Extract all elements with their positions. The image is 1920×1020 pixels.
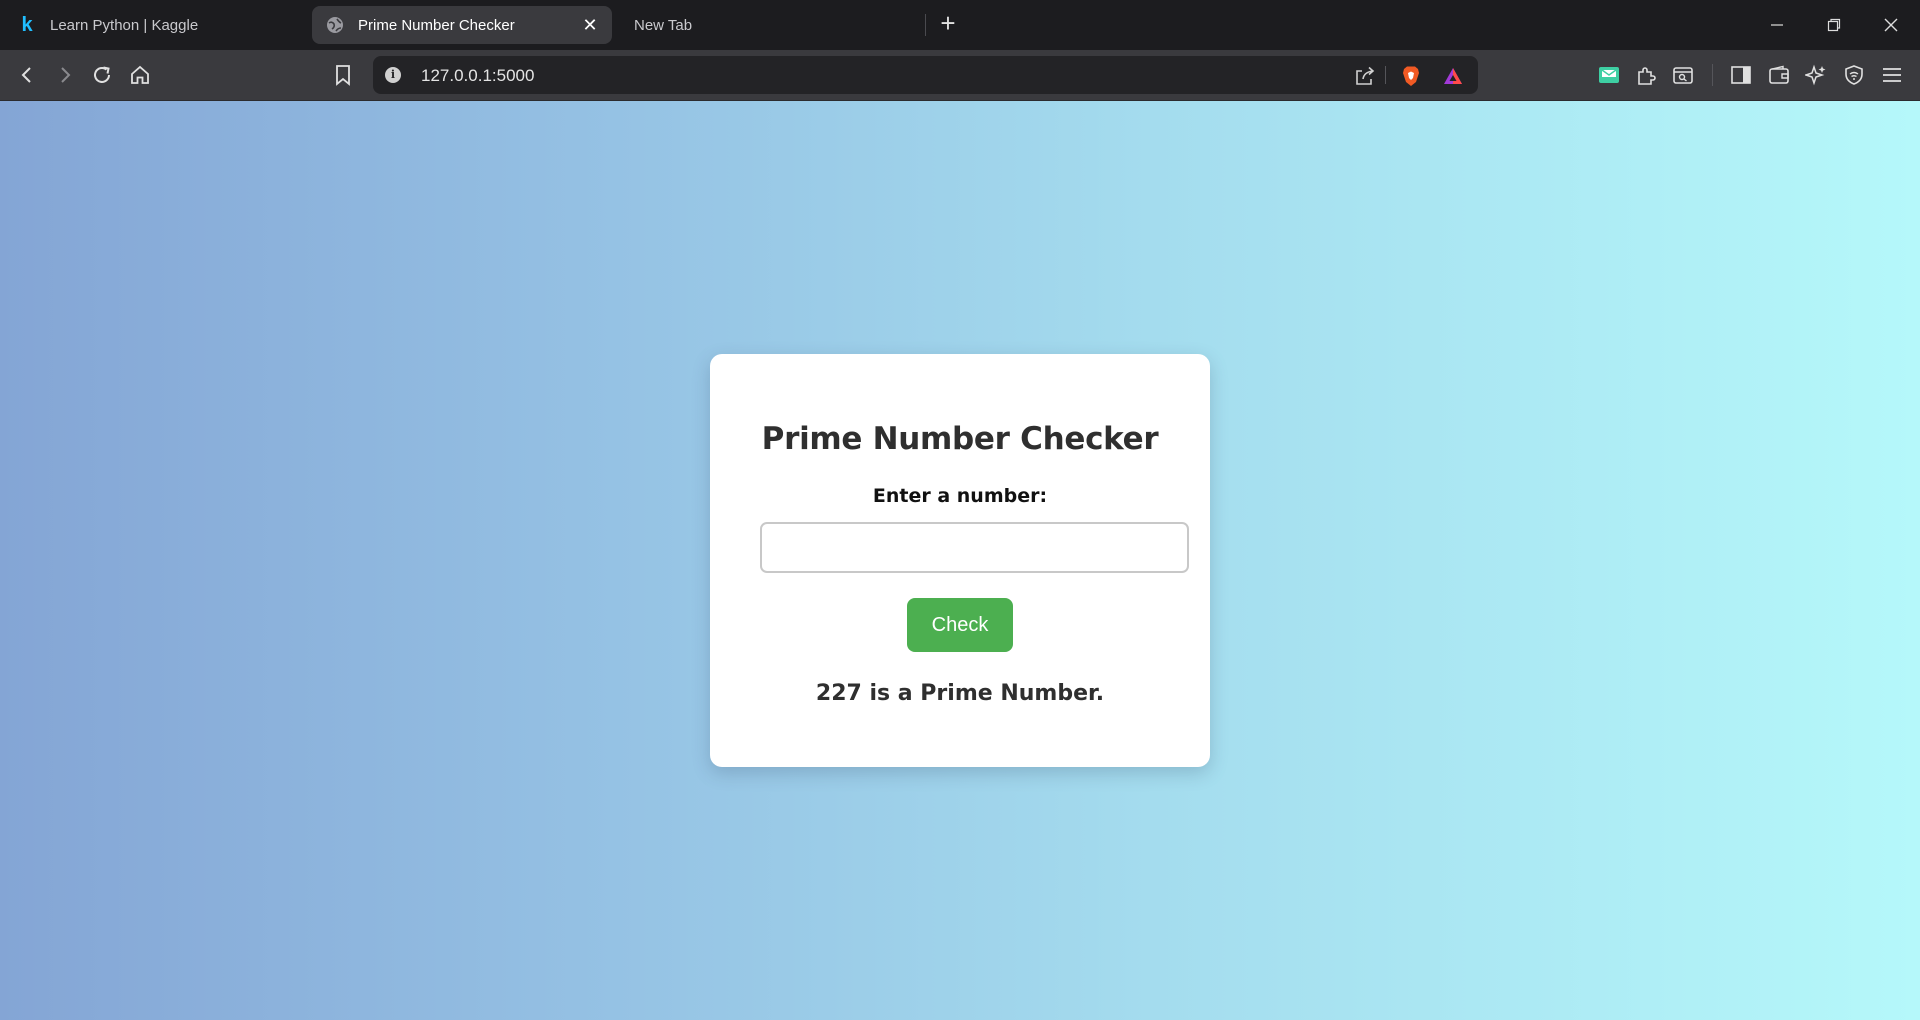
vpn-shield-icon[interactable] [1841, 62, 1867, 88]
number-input-label: Enter a number: [872, 485, 1048, 507]
prime-checker-card: Prime Number Checker Enter a number: Che… [710, 354, 1210, 767]
brave-shields-icon[interactable] [1399, 64, 1423, 88]
forward-icon[interactable] [52, 62, 78, 88]
browser-toolbar: i 127.0.0.1:5000 [0, 50, 1920, 101]
back-icon[interactable] [14, 62, 40, 88]
extensions-icon[interactable] [1633, 62, 1659, 88]
toolbar-divider [1712, 64, 1713, 86]
check-button[interactable]: Check [907, 598, 1013, 652]
close-tab-icon[interactable]: ✕ [580, 15, 600, 35]
site-info-icon[interactable]: i [385, 67, 401, 83]
tab-strip: k Learn Python | Kaggle Prime Number Che… [0, 0, 1920, 50]
address-bar[interactable]: i 127.0.0.1:5000 [373, 56, 1478, 94]
restore-icon[interactable] [1819, 10, 1849, 40]
reading-list-icon[interactable] [1670, 62, 1696, 88]
wallet-icon[interactable] [1766, 62, 1792, 88]
bookmark-icon[interactable] [330, 62, 356, 88]
close-window-icon[interactable] [1876, 10, 1906, 40]
globe-icon [326, 16, 344, 34]
url-text[interactable]: 127.0.0.1:5000 [421, 66, 534, 86]
home-icon[interactable] [127, 62, 153, 88]
menu-icon[interactable] [1879, 62, 1905, 88]
tab-label: New Tab [634, 16, 693, 34]
tab-prime-checker[interactable]: Prime Number Checker ✕ [312, 6, 612, 44]
tab-label: Prime Number Checker [358, 16, 515, 34]
new-tab-button[interactable]: + [936, 10, 960, 36]
share-icon[interactable] [1353, 64, 1377, 88]
page-viewport: Prime Number Checker Enter a number: Che… [0, 101, 1920, 1020]
tab-divider [925, 14, 926, 36]
tab-kaggle[interactable]: k Learn Python | Kaggle [18, 6, 308, 44]
reload-icon[interactable] [89, 62, 115, 88]
brave-rewards-icon[interactable] [1441, 64, 1465, 88]
kaggle-logo-icon: k [21, 13, 33, 36]
omnibox-divider [1385, 66, 1386, 84]
sidebar-icon[interactable] [1728, 62, 1754, 88]
mail-extension-icon[interactable] [1596, 62, 1622, 88]
tab-label: Learn Python | Kaggle [50, 16, 199, 34]
number-input[interactable] [760, 522, 1189, 573]
result-text: 227 is a Prime Number. [815, 681, 1105, 706]
minimize-icon[interactable] [1762, 10, 1792, 40]
tab-new-tab[interactable]: New Tab [620, 6, 920, 44]
leo-ai-icon[interactable] [1803, 62, 1829, 88]
page-title: Prime Number Checker [761, 421, 1159, 457]
